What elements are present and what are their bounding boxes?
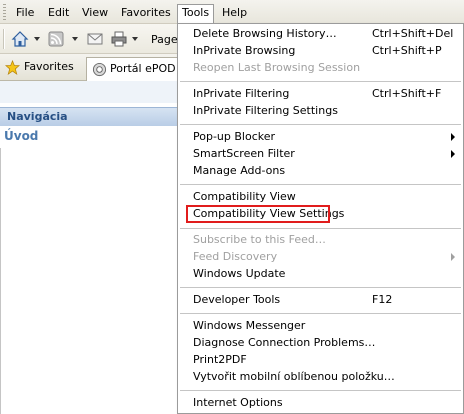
menu-item-windows-messenger[interactable]: Windows Messenger [193,318,459,334]
menu-view[interactable]: View [82,5,108,21]
menu-item-label: Diagnose Connection Problems… [193,336,376,349]
menu-item-label: InPrivate Filtering Settings [193,104,338,117]
menu-item-compatibility-view[interactable]: Compatibility View [193,189,459,205]
menu-separator [180,124,461,125]
navigation-header: Navigácia [0,107,178,126]
menu-file[interactable]: File [16,5,34,21]
print-dropdown-icon[interactable] [132,37,138,41]
menu-item-inprivate-filtering-settings[interactable]: InPrivate Filtering Settings [193,103,459,119]
menu-item-internet-options[interactable]: Internet Options [193,395,459,411]
menu-separator [180,313,461,314]
menu-item-label: Internet Options [193,396,283,409]
menu-item-developer-tools[interactable]: Developer Tools F12 [193,292,459,308]
feeds-icon[interactable] [47,30,65,48]
menu-item-shortcut: Ctrl+Shift+P [372,44,442,57]
submenu-arrow-icon [451,133,455,141]
print-icon[interactable] [110,30,128,48]
home-icon[interactable] [11,30,29,48]
menu-item-manage-addons[interactable]: Manage Add-ons [193,163,459,179]
toolbar-separator [3,29,5,49]
menu-separator [180,390,461,391]
menu-item-popup-blocker[interactable]: Pop-up Blocker [193,129,459,145]
tab-title: Portál ePOD - [110,62,184,75]
tools-menu: Delete Browsing History… Ctrl+Shift+Del … [177,23,464,414]
highlight-box [186,205,330,223]
menu-item-label: SmartScreen Filter [193,147,295,160]
menu-item-label: Feed Discovery [193,250,278,263]
menu-item-windows-update[interactable]: Windows Update [193,266,459,282]
menu-separator [180,287,461,288]
menu-item-label: InPrivate Browsing [193,44,296,57]
menu-item-label: Windows Update [193,267,286,280]
menu-item-reopen-last-session[interactable]: Reopen Last Browsing Session [193,60,459,76]
menu-item-label: Delete Browsing History… [193,27,337,40]
menu-edit[interactable]: Edit [48,5,69,21]
menu-item-label: Developer Tools [193,293,281,306]
page-left-border [0,148,1,414]
favorites-button[interactable]: Favorites [24,59,74,75]
menu-item-shortcut: Ctrl+Shift+Del [372,27,454,40]
menubar-grip[interactable] [3,4,6,20]
menu-item-diagnose-connection[interactable]: Diagnose Connection Problems… [193,335,459,351]
submenu-arrow-icon [451,150,455,158]
menu-item-label: Compatibility View [193,190,296,203]
menu-item-subscribe-feed[interactable]: Subscribe to this Feed… [193,232,459,248]
menu-item-delete-browsing-history[interactable]: Delete Browsing History… Ctrl+Shift+Del [193,26,459,42]
menu-item-label: Pop-up Blocker [193,130,276,143]
menu-separator [180,184,461,185]
menu-item-shortcut: F12 [372,293,393,306]
menu-separator [180,81,461,82]
menu-item-inprivate-filtering[interactable]: InPrivate Filtering Ctrl+Shift+F [193,86,459,102]
favorites-star-icon [5,60,20,75]
menu-separator [180,228,461,229]
menu-item-label: InPrivate Filtering [193,87,290,100]
page-top-strip [0,81,178,103]
mail-icon[interactable] [86,30,104,48]
menu-item-print2pdf[interactable]: Print2PDF [193,352,459,368]
feeds-dropdown-icon[interactable] [72,37,78,41]
menu-item-label: Reopen Last Browsing Session [193,61,361,74]
page-menu-button[interactable]: Page [151,32,178,48]
menu-item-label: Subscribe to this Feed… [193,233,326,246]
menu-item-label: Windows Messenger [193,319,306,332]
menu-item-create-mobile-favorite[interactable]: Vytvořit mobilní oblíbenou položku… [193,369,459,385]
menu-item-smartscreen-filter[interactable]: SmartScreen Filter [193,146,459,162]
home-link[interactable]: Úvod [4,129,38,143]
menu-tools[interactable]: Tools [177,4,215,24]
menu-favorites[interactable]: Favorites [121,5,171,21]
menu-item-label: Vytvořit mobilní oblíbenou položku… [193,370,395,383]
menu-item-feed-discovery[interactable]: Feed Discovery [193,249,459,265]
menu-help[interactable]: Help [222,5,247,21]
menu-item-label: Print2PDF [193,353,247,366]
submenu-arrow-icon [451,253,455,261]
menu-item-label: Manage Add-ons [193,164,286,177]
page-favicon-icon [92,62,107,77]
menu-bar: File Edit View Favorites Tools Help [0,0,464,24]
menu-item-inprivate-browsing[interactable]: InPrivate Browsing Ctrl+Shift+P [193,43,459,59]
home-dropdown-icon[interactable] [34,37,40,41]
menu-item-shortcut: Ctrl+Shift+F [372,87,442,100]
